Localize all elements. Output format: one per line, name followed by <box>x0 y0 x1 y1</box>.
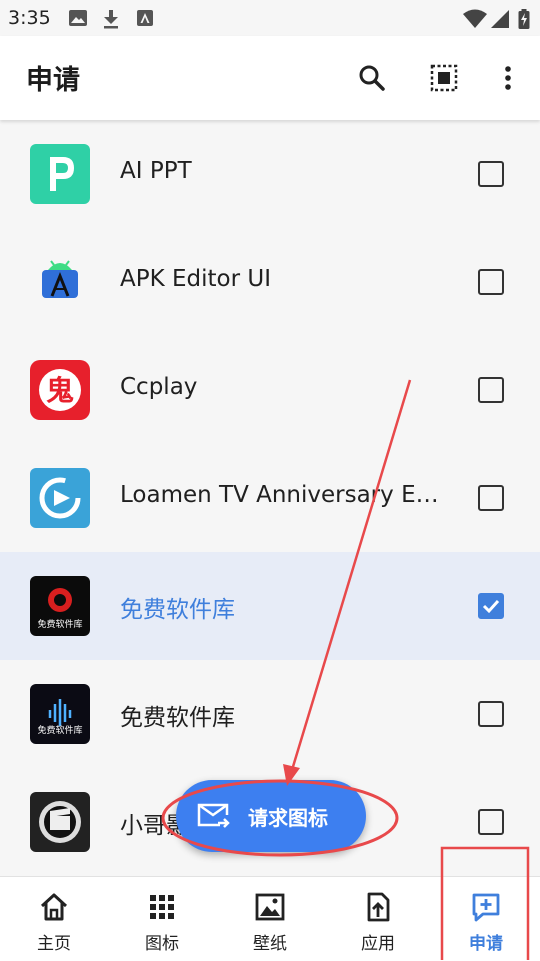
home-icon <box>40 893 68 921</box>
select-all-icon <box>430 64 458 92</box>
free-software-library-app-icon: 免费软件库 <box>30 684 90 744</box>
svg-text:免费软件库: 免费软件库 <box>37 724 82 736</box>
ccplay-app-icon: 鬼 <box>30 360 90 420</box>
app-name: 免费软件库 <box>120 597 235 623</box>
select-all-button[interactable] <box>426 60 462 96</box>
list-item[interactable]: 免费软件库 免费软件库 <box>0 660 540 768</box>
svg-text:免费软件库: 免费软件库 <box>37 618 82 630</box>
nav-item-request[interactable]: 申请 <box>432 877 540 961</box>
ai-ppt-app-icon <box>30 144 90 204</box>
signal-icon <box>491 10 509 28</box>
fab-label: 请求图标 <box>248 806 328 830</box>
send-mail-icon <box>197 803 230 828</box>
list-item[interactable]: APK Editor UI <box>0 228 540 336</box>
app-list: AI PPT APK Editor UI 鬼 Ccplay Loamen TV … <box>0 120 540 876</box>
xiaoge-app-icon <box>30 792 90 852</box>
list-item[interactable]: 免费软件库 免费软件库 <box>0 552 540 660</box>
app-checkbox[interactable] <box>478 809 504 835</box>
image-notification-icon <box>69 10 87 26</box>
download-notification-icon <box>104 10 118 29</box>
nav-label: 图标 <box>145 934 179 954</box>
free-software-library-app-icon: 免费软件库 <box>30 576 90 636</box>
loamen-tv-app-icon <box>30 468 90 528</box>
list-item[interactable]: Loamen TV Anniversary Ed... <box>0 444 540 552</box>
nav-item-icons[interactable]: 图标 <box>108 877 216 961</box>
list-item[interactable]: AI PPT <box>0 120 540 228</box>
app-upload-icon <box>367 892 390 922</box>
list-item[interactable]: 鬼 Ccplay <box>0 336 540 444</box>
search-icon <box>359 65 385 91</box>
app-checkbox[interactable] <box>478 593 504 619</box>
status-bar: 3:35 <box>0 0 540 36</box>
search-button[interactable] <box>354 60 390 96</box>
app-bar: 申请 <box>0 36 540 120</box>
apps-grid-icon <box>150 895 174 919</box>
app-name: Ccplay <box>120 374 198 400</box>
app-checkbox[interactable] <box>478 377 504 403</box>
app-checkbox[interactable] <box>478 485 504 511</box>
svg-text:鬼: 鬼 <box>46 374 74 407</box>
status-time: 3:35 <box>8 7 51 29</box>
page-title: 申请 <box>26 65 80 96</box>
wifi-icon <box>463 9 487 28</box>
image-icon <box>255 893 285 921</box>
request-icons-fab[interactable]: 请求图标 <box>176 780 366 852</box>
nav-label: 应用 <box>361 934 395 954</box>
add-comment-icon <box>472 893 500 922</box>
nav-item-apps[interactable]: 应用 <box>324 877 432 961</box>
app-checkbox[interactable] <box>478 701 504 727</box>
nav-label: 主页 <box>37 934 71 954</box>
app-name: APK Editor UI <box>120 266 271 292</box>
more-options-button[interactable] <box>490 60 526 96</box>
nav-label: 壁纸 <box>253 934 287 954</box>
app-name: 免费软件库 <box>120 705 235 731</box>
nav-label: 申请 <box>469 934 503 954</box>
battery-icon <box>518 9 530 29</box>
nav-item-home[interactable]: 主页 <box>0 877 108 961</box>
app-name: Loamen TV Anniversary Ed... <box>120 482 450 508</box>
app-checkbox[interactable] <box>478 269 504 295</box>
nav-item-wallpapers[interactable]: 壁纸 <box>216 877 324 961</box>
app-notification-icon <box>137 10 153 26</box>
bottom-navigation: 主页 图标 壁纸 应用 申请 <box>0 876 540 961</box>
check-icon <box>482 599 500 614</box>
app-checkbox[interactable] <box>478 161 504 187</box>
apk-editor-app-icon <box>30 252 90 312</box>
more-vert-icon <box>505 66 511 90</box>
app-name: AI PPT <box>120 158 192 184</box>
